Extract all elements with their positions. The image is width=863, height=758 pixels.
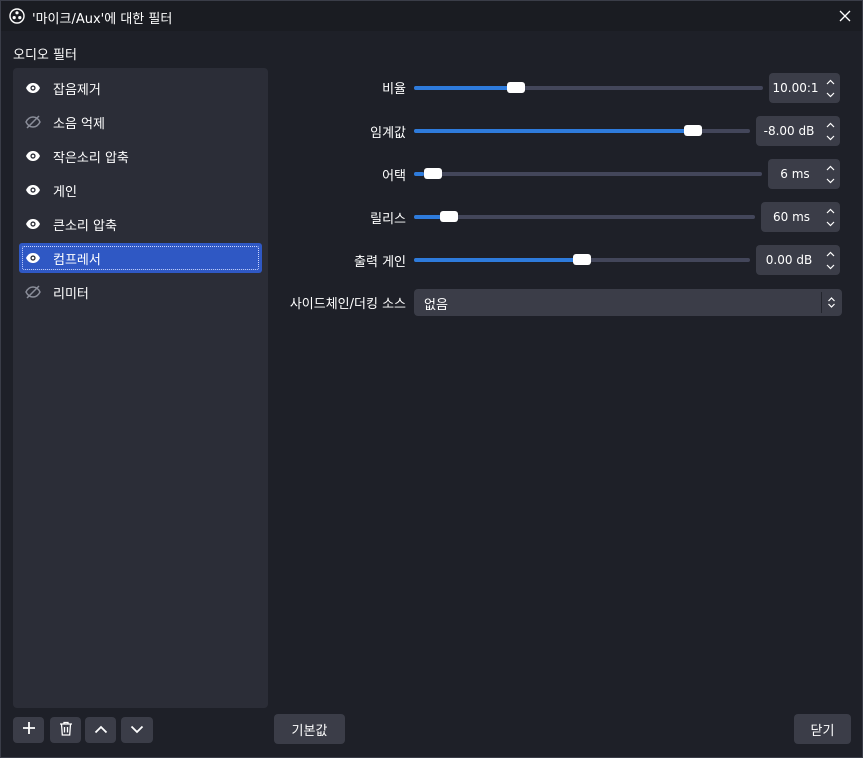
ratio-spinbox[interactable]: 10.00:1 [769,73,840,103]
chevron-down-icon [130,723,144,738]
attack-slider[interactable] [414,167,762,181]
filter-list-item[interactable]: 큰소리 압축 [19,209,262,239]
output-gain-label: 출력 게인 [354,255,406,270]
chevron-down-icon[interactable] [822,260,838,273]
chevron-down-icon[interactable] [822,88,838,101]
filter-list-item[interactable]: 잡음제거 [19,73,262,103]
filter-list-item[interactable]: 작은소리 압축 [19,141,262,171]
add-filter-button[interactable] [13,717,44,743]
threshold-label: 임계값 [370,126,406,141]
slider-thumb[interactable] [423,168,442,179]
slider-thumb[interactable] [573,254,591,265]
eye-icon[interactable] [25,216,41,232]
output-gain-slider[interactable] [414,253,750,267]
slider-thumb[interactable] [684,125,703,136]
chevron-down-icon[interactable] [822,131,838,144]
divider [821,292,822,313]
trash-icon [59,721,73,740]
slider-thumb[interactable] [506,82,525,93]
filter-list-item[interactable]: 소음 억제 [19,107,262,137]
threshold-slider[interactable] [414,124,750,138]
close-icon[interactable] [834,5,856,27]
defaults-button[interactable]: 기본값 [274,714,345,744]
move-down-button[interactable] [121,717,153,743]
obs-logo-icon [9,8,25,24]
slider-thumb[interactable] [439,211,458,222]
chevron-up-icon[interactable] [822,118,838,131]
filter-name: 큰소리 압축 [53,218,117,234]
chevron-down-icon[interactable] [822,217,838,230]
ratio-value[interactable]: 10.00:1 [769,73,822,103]
filter-name: 잡음제거 [53,82,101,98]
output-gain-spinbox[interactable]: 0.00 dB [756,245,840,275]
move-up-button[interactable] [85,717,116,743]
filter-list[interactable]: 잡음제거소음 억제작은소리 압축게인큰소리 압축컴프레서리미터 [13,68,268,708]
audio-filters-label: 오디오 필터 [13,48,77,63]
filter-name: 리미터 [53,286,89,302]
eye-icon[interactable] [25,182,41,198]
filters-dialog: '마이크/Aux'에 대한 필터 오디오 필터 잡음제거소음 억제작은소리 압축… [0,0,863,758]
ratio-slider[interactable] [414,81,763,95]
filter-name: 컴프레서 [53,252,101,268]
ratio-label: 비율 [382,82,406,97]
chevron-up-icon[interactable] [822,204,838,217]
chevron-up-icon[interactable] [822,247,838,260]
window-title: '마이크/Aux'에 대한 필터 [32,12,173,27]
chevron-up-icon[interactable] [822,75,838,88]
chevron-up-icon [94,723,108,738]
filter-name: 작은소리 압축 [53,150,129,166]
remove-filter-button[interactable] [50,717,81,743]
attack-value[interactable]: 6 ms [768,159,822,189]
release-slider[interactable] [414,210,755,224]
chevron-up-icon[interactable] [822,161,838,174]
attack-spinbox[interactable]: 6 ms [768,159,840,189]
output-gain-value[interactable]: 0.00 dB [756,245,822,275]
eye-icon[interactable] [25,250,41,266]
filter-name: 게인 [53,184,77,200]
plus-icon [22,721,36,739]
threshold-value[interactable]: -8.00 dB [756,116,822,146]
attack-label: 어택 [382,169,406,184]
filter-list-item[interactable]: 게인 [19,175,262,205]
eye-slash-icon[interactable] [25,114,41,130]
eye-icon[interactable] [25,148,41,164]
release-value[interactable]: 60 ms [761,202,822,232]
sidechain-value: 없음 [424,298,448,313]
release-spinbox[interactable]: 60 ms [761,202,840,232]
title-bar: '마이크/Aux'에 대한 필터 [1,1,862,31]
sidechain-select[interactable]: 없음 [414,289,842,316]
eye-slash-icon[interactable] [25,284,41,300]
close-button[interactable]: 닫기 [794,714,851,744]
sidechain-label: 사이드체인/더킹 소스 [289,297,406,312]
eye-icon[interactable] [25,80,41,96]
chevron-down-icon[interactable] [822,174,838,187]
release-label: 릴리스 [370,212,406,227]
filter-name: 소음 억제 [53,116,105,132]
filter-list-item[interactable]: 컴프레서 [19,243,262,273]
threshold-spinbox[interactable]: -8.00 dB [756,116,840,146]
updown-chevron-icon [823,294,839,311]
filter-list-item[interactable]: 리미터 [19,277,262,307]
